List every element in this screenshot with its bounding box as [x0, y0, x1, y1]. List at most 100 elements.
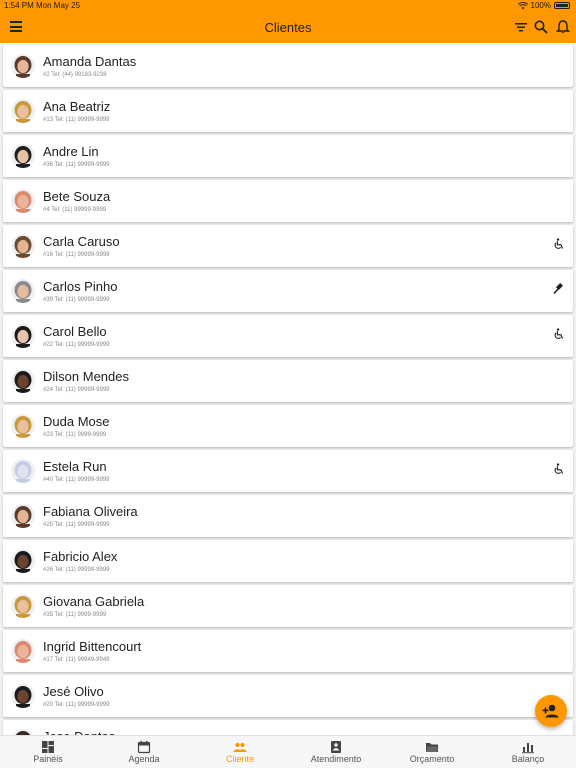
- folder-icon: [426, 743, 439, 752]
- client-name: Carlos Pinho: [43, 279, 118, 294]
- client-row[interactable]: Jesé Olivo #20 Tel: (11) 99999-9999: [3, 675, 573, 717]
- nav-item-paineis[interactable]: Painéis: [0, 736, 96, 768]
- client-row[interactable]: Ana Beatriz #13 Tel: (11) 99999-9999: [3, 90, 573, 132]
- avatar: [11, 594, 35, 618]
- client-name: Dilson Mendes: [43, 369, 129, 384]
- client-row[interactable]: Carol Bello #22 Tel: (11) 99999-9999: [3, 315, 573, 357]
- client-row[interactable]: Estela Run #40 Tel: (11) 99999-9999: [3, 450, 573, 492]
- calendar-icon: [137, 740, 151, 754]
- client-details: #35 Tel: (11) 9999-9999: [43, 612, 107, 618]
- client-details: #23 Tel: (11) 9999-9999: [43, 432, 107, 438]
- nav-label: Balanço: [511, 754, 545, 764]
- client-details: #4 Tel: (11) 99999-9999: [43, 207, 107, 213]
- client-row[interactable]: Amanda Dantas #2 Tel: (44) 99183-9238: [3, 45, 573, 87]
- bell-icon[interactable]: [555, 19, 571, 35]
- client-details: #36 Tel: (11) 99999-9999: [43, 162, 110, 168]
- accessible-icon: [554, 328, 564, 339]
- avatar: [11, 234, 35, 258]
- client-row[interactable]: Andre Lin #36 Tel: (11) 99999-9999: [3, 135, 573, 177]
- toolbar: Clientes: [0, 12, 576, 43]
- client-details: #16 Tel: (11) 99999-9999: [43, 252, 110, 258]
- client-row[interactable]: Ingrid Bittencourt #17 Tel: (11) 99949-99…: [3, 630, 573, 672]
- nav-label: Atendimento: [310, 754, 362, 764]
- nav-item-cliente[interactable]: Cliente: [192, 736, 288, 768]
- client-name: Jesé Olivo: [43, 684, 104, 699]
- client-name: Ana Beatriz: [43, 99, 111, 114]
- client-row[interactable]: Duda Mose #23 Tel: (11) 9999-9999: [3, 405, 573, 447]
- client-details: #22 Tel: (11) 99999-9999: [43, 342, 110, 348]
- avatar: [11, 189, 35, 213]
- client-name: Carol Bello: [43, 324, 107, 339]
- dashboard-icon: [42, 741, 54, 753]
- client-name: Bete Souza: [43, 189, 111, 204]
- avatar: [11, 99, 35, 123]
- client-row[interactable]: Giovana Gabriela #35 Tel: (11) 9999-9999: [3, 585, 573, 627]
- battery-percent: 100%: [530, 1, 551, 10]
- client-row[interactable]: Fabricio Alex #26 Tel: (11) 99999-9999: [3, 540, 573, 582]
- people-icon: [233, 742, 247, 752]
- status-bar: 1:54 PM Mon May 25 100%: [0, 0, 576, 12]
- avatar: [11, 414, 35, 438]
- page-title: Clientes: [264, 20, 312, 35]
- add-client-button[interactable]: [535, 695, 567, 727]
- app-header: 1:54 PM Mon May 25 100% Clientes: [0, 0, 576, 43]
- client-name: Ingrid Bittencourt: [43, 639, 142, 654]
- badge-icon: [331, 741, 341, 753]
- wifi-icon: [517, 1, 528, 9]
- gavel-icon: [553, 283, 564, 295]
- client-row[interactable]: Dilson Mendes #24 Tel: (11) 99999-9999: [3, 360, 573, 402]
- nav-label: Agenda: [128, 754, 160, 764]
- avatar: [11, 144, 35, 168]
- person-add-icon: [542, 704, 559, 718]
- client-name: Duda Mose: [43, 414, 110, 429]
- client-row[interactable]: Fabiana Oliveira #25 Tel: (11) 99999-9999: [3, 495, 573, 537]
- search-icon[interactable]: [533, 19, 549, 35]
- client-row[interactable]: Carla Caruso #16 Tel: (11) 99999-9999: [3, 225, 573, 267]
- accessible-icon: [554, 463, 564, 474]
- client-details: #24 Tel: (11) 99999-9999: [43, 387, 110, 393]
- client-details: #26 Tel: (11) 99999-9999: [43, 567, 110, 573]
- status-indicators: 100%: [517, 1, 570, 10]
- client-details: #20 Tel: (11) 99999-9999: [43, 702, 110, 708]
- client-name: Fabiana Oliveira: [43, 504, 138, 519]
- accessible-icon: [554, 238, 564, 249]
- avatar: [11, 639, 35, 663]
- client-row[interactable]: Jose Dantas: [3, 720, 573, 735]
- nav-item-orcamento[interactable]: Orçamento: [384, 736, 480, 768]
- client-name: Andre Lin: [43, 144, 99, 159]
- avatar: [11, 549, 35, 573]
- avatar: [11, 324, 35, 348]
- client-details: #40 Tel: (11) 99999-9999: [43, 477, 110, 483]
- avatar: [11, 54, 35, 78]
- client-details: #39 Tel: (11) 99999-9999: [43, 297, 110, 303]
- client-details: #2 Tel: (44) 99183-9238: [43, 72, 107, 78]
- nav-label: Cliente: [225, 754, 254, 764]
- avatar: [11, 684, 35, 708]
- nav-item-agenda[interactable]: Agenda: [96, 736, 192, 768]
- client-name: Giovana Gabriela: [43, 594, 145, 609]
- avatar: [11, 504, 35, 528]
- client-name: Fabricio Alex: [43, 549, 118, 564]
- battery-icon: [554, 2, 570, 9]
- client-details: #13 Tel: (11) 99999-9999: [43, 117, 110, 123]
- client-name: Carla Caruso: [43, 234, 120, 249]
- client-row[interactable]: Bete Souza #4 Tel: (11) 99999-9999: [3, 180, 573, 222]
- bar-chart-icon: [522, 743, 534, 754]
- client-details: #17 Tel: (11) 99949-9949: [43, 657, 110, 663]
- avatar: [11, 279, 35, 303]
- nav-item-atendimento[interactable]: Atendimento: [288, 736, 384, 768]
- client-name: Estela Run: [43, 459, 107, 474]
- client-list[interactable]: Amanda Dantas #2 Tel: (44) 99183-9238 Ana …: [0, 43, 576, 735]
- nav-label: Orçamento: [409, 754, 455, 764]
- status-date: Mon May 25: [36, 1, 81, 10]
- client-row[interactable]: Carlos Pinho #39 Tel: (11) 99999-9999: [3, 270, 573, 312]
- nav-item-balanco[interactable]: Balanço: [480, 736, 576, 768]
- nav-label: Painéis: [33, 754, 63, 764]
- status-time: 1:54 PM: [4, 1, 34, 10]
- bottom-navigation: Painéis Agenda Cliente Atendimento Orçamento…: [0, 735, 576, 768]
- client-name: Amanda Dantas: [43, 54, 137, 69]
- avatar: [11, 369, 35, 393]
- filter-icon[interactable]: [513, 19, 529, 35]
- avatar: [11, 459, 35, 483]
- client-details: #25 Tel: (11) 99999-9999: [43, 522, 110, 528]
